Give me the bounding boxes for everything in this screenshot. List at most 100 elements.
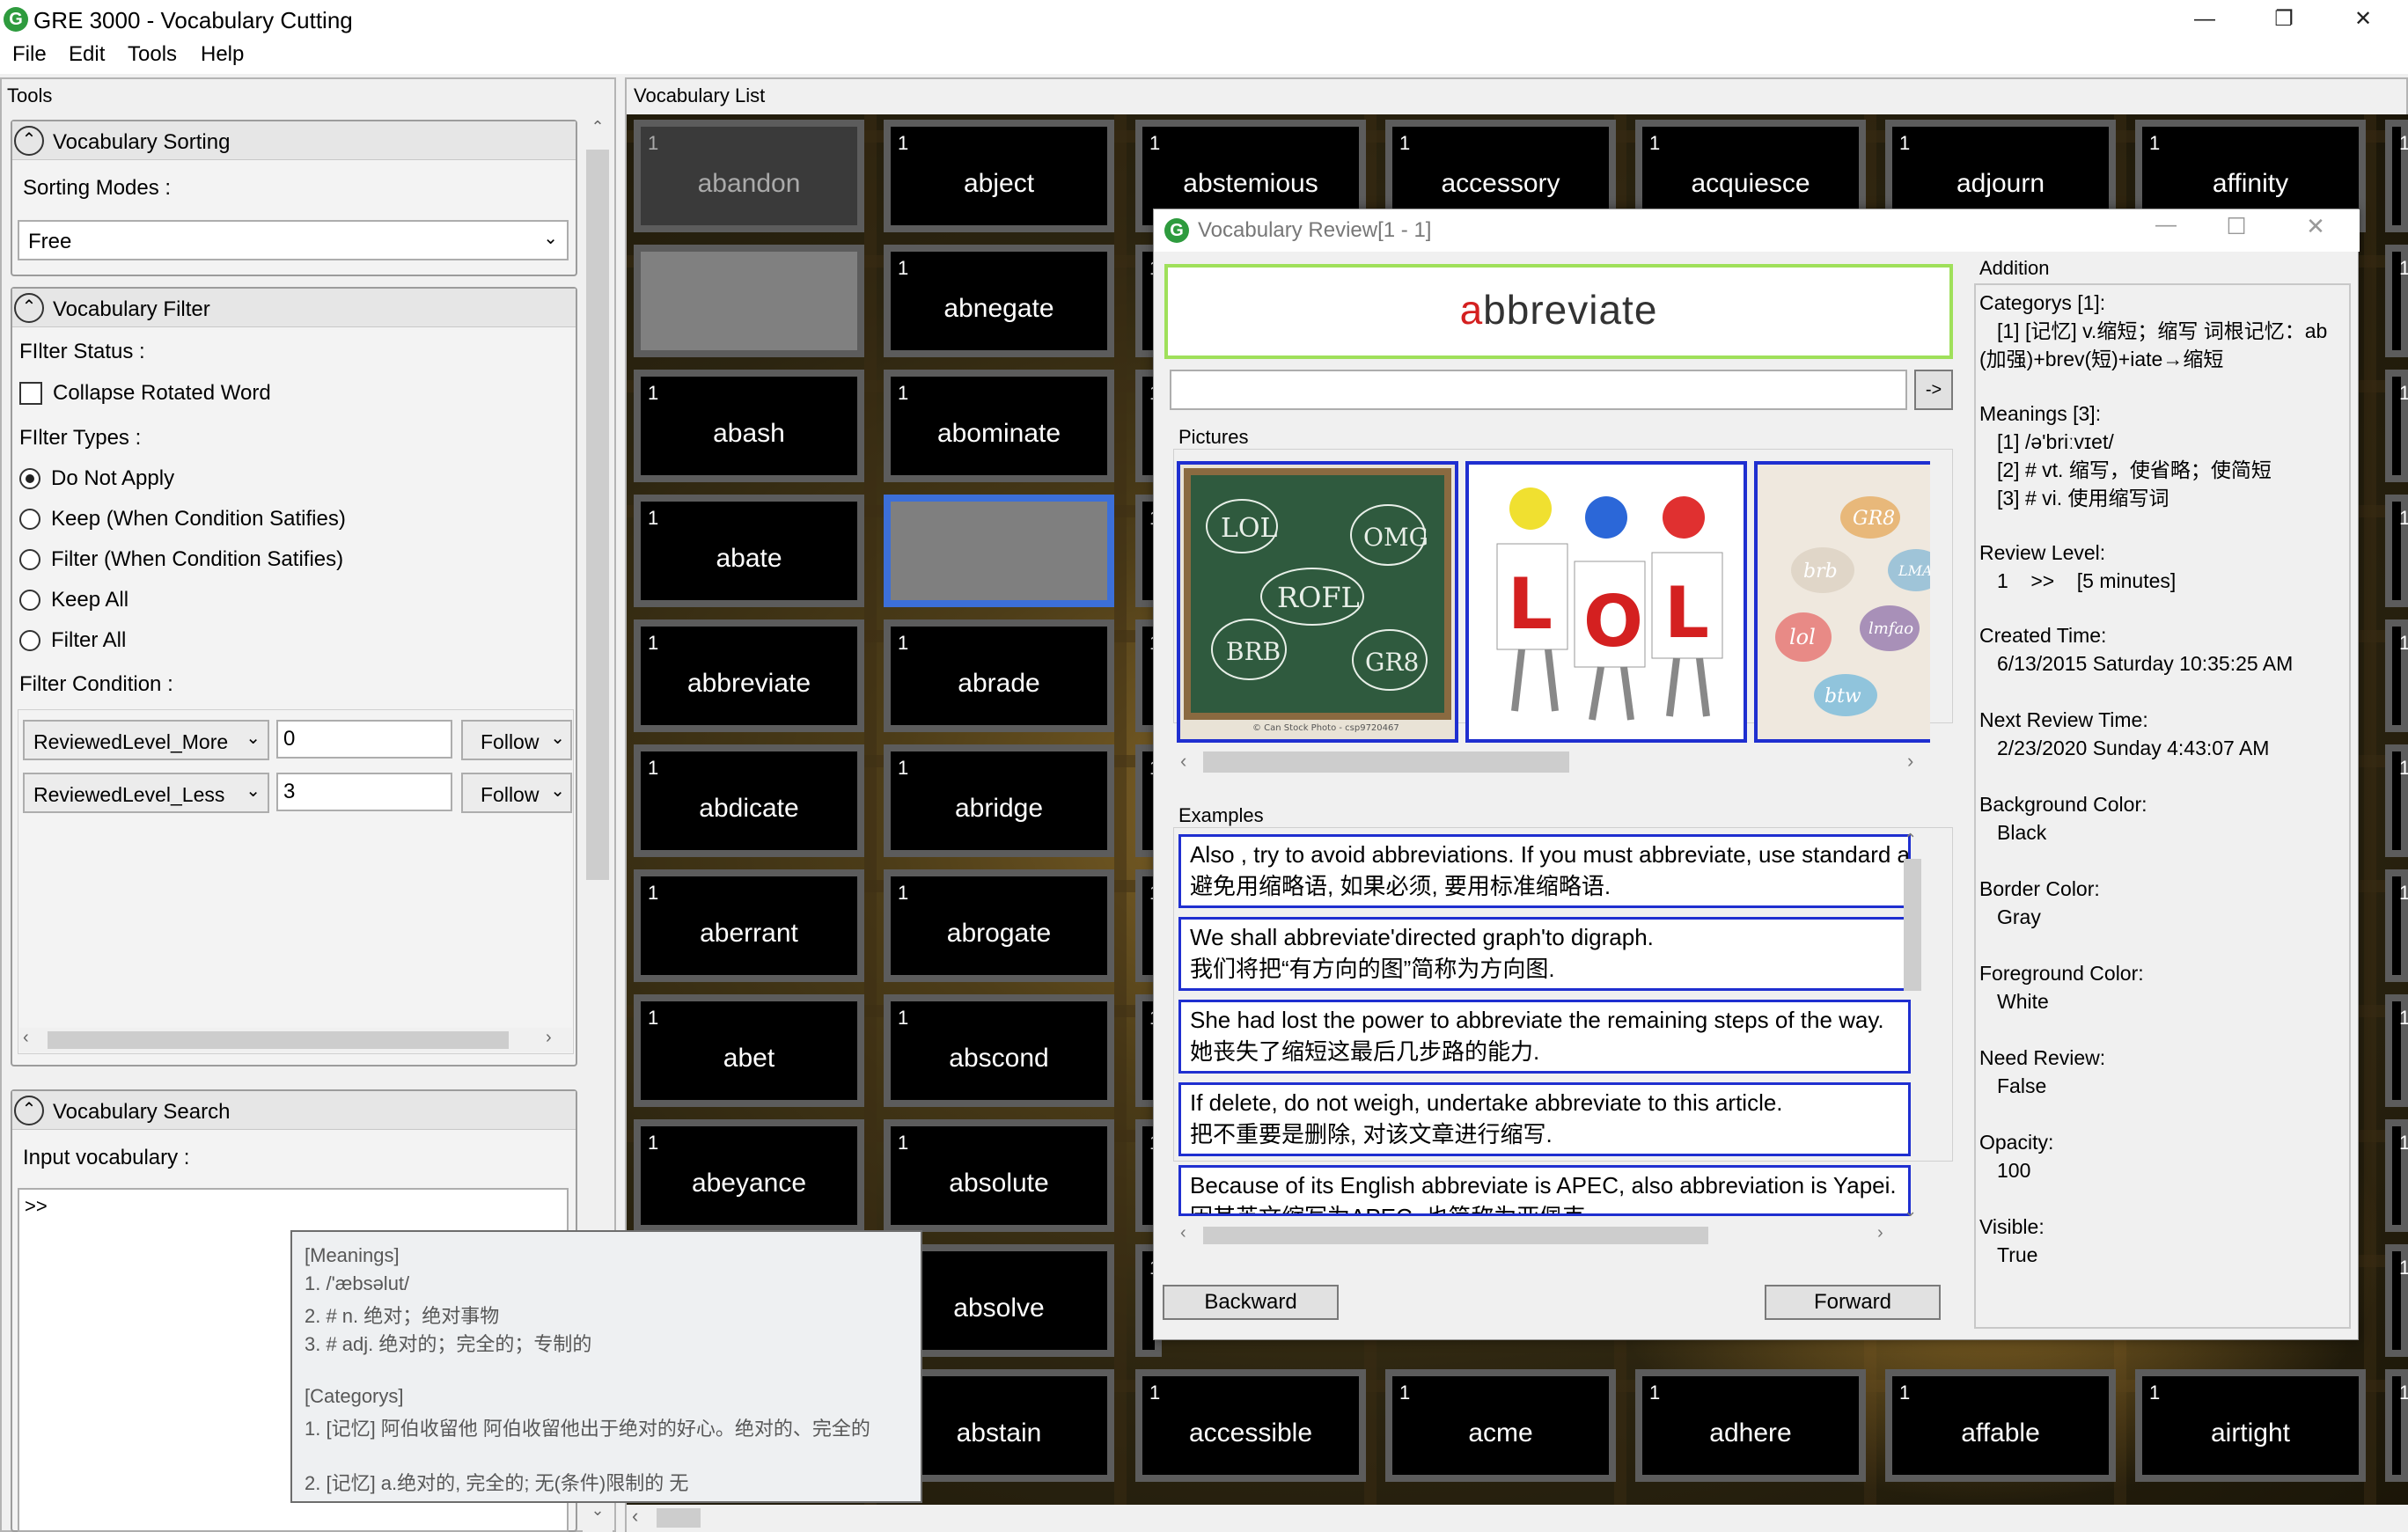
radio-label[interactable]: Keep (When Condition Satifies) bbox=[51, 507, 346, 531]
vocab-tile-partial[interactable]: 1 bbox=[2385, 994, 2408, 1107]
menu-edit[interactable]: Edit bbox=[69, 42, 105, 67]
vocab-tile[interactable]: 1 abject bbox=[884, 120, 1114, 232]
vocab-tile[interactable]: 1 abnegate bbox=[884, 245, 1114, 357]
collapse-up-icon[interactable]: ⌃ bbox=[14, 126, 44, 156]
vocab-tile[interactable]: 1 adhere bbox=[1635, 1369, 1866, 1482]
vocab-tile[interactable]: 1 abandon bbox=[634, 120, 864, 232]
collapse-up-icon[interactable]: ⌃ bbox=[14, 293, 44, 323]
vocab-tile-partial[interactable]: 1 bbox=[2385, 495, 2408, 607]
radio-label[interactable]: Filter (When Condition Satifies) bbox=[51, 547, 343, 572]
example-item[interactable]: Because of its English abbreviate is APE… bbox=[1178, 1165, 1911, 1216]
menu-tools[interactable]: Tools bbox=[128, 42, 177, 67]
vocab-tile[interactable]: 1 aberrant bbox=[634, 869, 864, 982]
condition-value-input[interactable]: 3 bbox=[276, 773, 452, 811]
vocab-tile[interactable]: 1 airtight bbox=[2135, 1369, 2366, 1482]
radio-label[interactable]: Filter All bbox=[51, 628, 126, 653]
forward-button[interactable]: Forward bbox=[1765, 1285, 1941, 1320]
vocab-tile[interactable]: 1 abscond bbox=[884, 994, 1114, 1107]
vocab-tile-partial[interactable]: 1 bbox=[2385, 370, 2408, 482]
examples-hscroll-thumb[interactable] bbox=[1203, 1227, 1708, 1244]
tools-scroll-down-icon[interactable]: ⌄ bbox=[586, 1501, 609, 1528]
radio-filter-when[interactable] bbox=[19, 549, 40, 570]
review-maximize-button[interactable]: ☐ bbox=[2210, 213, 2263, 248]
tools-scroll-up-icon[interactable]: ⌃ bbox=[586, 118, 609, 144]
vocab-scrollbar-thumb[interactable] bbox=[657, 1508, 701, 1528]
vocab-tile[interactable]: 1 acme bbox=[1385, 1369, 1616, 1482]
vocab-tile[interactable]: 1 abominate bbox=[884, 370, 1114, 482]
restore-button[interactable]: ❐ bbox=[2244, 0, 2324, 39]
vocab-tile-partial[interactable]: 1 bbox=[2385, 1369, 2408, 1482]
radio-filter-all[interactable] bbox=[19, 630, 40, 651]
picture-chat-bubbles[interactable]: GR8 LMAO lol btw brb lmfao bbox=[1754, 461, 1930, 743]
condition-field-select[interactable]: ReviewedLevel_Less ⌄ bbox=[23, 773, 269, 813]
scroll-left-icon[interactable]: ‹ bbox=[23, 1028, 29, 1048]
vocab-tile[interactable]: 1 accessible bbox=[1135, 1369, 1366, 1482]
vocab-tile[interactable]: 1 abrade bbox=[884, 619, 1114, 732]
tile-level: 1 bbox=[898, 632, 909, 654]
scroll-down-icon[interactable]: ⌄ bbox=[1904, 1202, 1917, 1220]
backward-button[interactable]: Backward bbox=[1163, 1285, 1339, 1320]
vocab-tile[interactable]: 1 abbreviate bbox=[634, 619, 864, 732]
scroll-right-icon[interactable]: › bbox=[546, 1028, 552, 1048]
vocab-tile-partial[interactable]: 1 bbox=[2385, 1119, 2408, 1232]
scroll-right-icon[interactable]: › bbox=[1877, 1223, 1883, 1243]
tools-scrollbar-thumb[interactable] bbox=[586, 150, 609, 880]
example-item[interactable]: We shall abbreviate'directed graph'to di… bbox=[1178, 917, 1911, 991]
sorting-mode-select[interactable]: Free ⌄ bbox=[18, 220, 569, 260]
vocab-tile[interactable]: 1 abrogate bbox=[884, 869, 1114, 982]
vocab-tile[interactable]: 1 abet bbox=[634, 994, 864, 1107]
condition-mode-select[interactable]: Follow ⌄ bbox=[461, 720, 572, 760]
vocab-tile[interactable]: 1 abeyance bbox=[634, 1119, 864, 1232]
vocab-tile[interactable]: 1 abate bbox=[634, 495, 864, 607]
answer-input[interactable] bbox=[1170, 370, 1907, 410]
radio-keep-when[interactable] bbox=[19, 509, 40, 530]
example-item[interactable]: If delete, do not weigh, undertake abbre… bbox=[1178, 1082, 1911, 1156]
vocab-tile-partial[interactable]: 1 bbox=[2385, 869, 2408, 982]
vocab-tile[interactable]: 1 absolute bbox=[884, 1119, 1114, 1232]
examples-scrollbar-thumb[interactable] bbox=[1904, 859, 1921, 991]
collapse-up-icon[interactable]: ⌃ bbox=[14, 1096, 44, 1125]
vocab-tile[interactable] bbox=[884, 495, 1114, 607]
collapse-rotated-checkbox[interactable] bbox=[19, 382, 42, 405]
scroll-left-icon[interactable]: ‹ bbox=[1180, 1223, 1186, 1243]
picture-lol-figures[interactable]: L O L bbox=[1465, 461, 1747, 743]
radio-do-not-apply[interactable] bbox=[19, 468, 40, 489]
condition-value-input[interactable]: 0 bbox=[276, 720, 452, 759]
vocab-tile[interactable]: 1 abridge bbox=[884, 744, 1114, 857]
condition-mode-select[interactable]: Follow ⌄ bbox=[461, 773, 572, 813]
vocab-tile-partial[interactable]: 1 bbox=[2385, 1244, 2408, 1357]
vocab-tile[interactable] bbox=[634, 245, 864, 357]
example-item[interactable]: She had lost the power to abbreviate the… bbox=[1178, 1000, 1911, 1074]
vocab-tile[interactable]: 1 affable bbox=[1885, 1369, 2116, 1482]
tile-word: absolute bbox=[949, 1169, 1049, 1198]
vocab-tile-partial[interactable]: 1 bbox=[2385, 120, 2408, 232]
vocab-tile-partial[interactable]: 1 bbox=[2385, 744, 2408, 857]
radio-label[interactable]: Keep All bbox=[51, 588, 128, 612]
picture-chalkboard[interactable]: LOL OMG ROFL BRB GR8 © Can Stock Photo -… bbox=[1177, 461, 1458, 743]
close-button[interactable]: ✕ bbox=[2324, 0, 2403, 39]
scroll-right-icon[interactable]: › bbox=[1907, 750, 1913, 773]
vocab-tile-partial[interactable]: 1 bbox=[2385, 245, 2408, 357]
scroll-left-icon[interactable]: ‹ bbox=[1180, 750, 1186, 773]
vocab-tile-partial[interactable]: 1 bbox=[2385, 619, 2408, 732]
vocab-scrollbar[interactable] bbox=[627, 1505, 2408, 1532]
review-close-button[interactable]: ✕ bbox=[2289, 213, 2342, 248]
tile-word: abstain bbox=[956, 1418, 1042, 1448]
pictures-scrollbar-thumb[interactable] bbox=[1203, 751, 1569, 773]
scroll-left-icon[interactable]: ‹ bbox=[632, 1505, 638, 1528]
scroll-up-icon[interactable]: ⌃ bbox=[1904, 831, 1917, 849]
review-minimize-button[interactable]: — bbox=[2140, 213, 2192, 248]
filter-status-label: FIlter Status : bbox=[19, 340, 145, 363]
radio-keep-all[interactable] bbox=[19, 590, 40, 611]
menu-help[interactable]: Help bbox=[201, 42, 244, 67]
vocab-tile[interactable]: 1 abdicate bbox=[634, 744, 864, 857]
minimize-button[interactable]: — bbox=[2165, 0, 2244, 39]
condition-scrollbar-thumb[interactable] bbox=[48, 1031, 509, 1049]
go-button[interactable]: -> bbox=[1914, 370, 1953, 410]
vocab-tile[interactable]: 1 abash bbox=[634, 370, 864, 482]
example-item[interactable]: Also , try to avoid abbreviations. If yo… bbox=[1178, 834, 1911, 908]
collapse-rotated-label[interactable]: Collapse Rotated Word bbox=[53, 381, 271, 406]
condition-field-select[interactable]: ReviewedLevel_More ⌄ bbox=[23, 720, 269, 760]
menu-file[interactable]: File bbox=[12, 42, 47, 67]
radio-label[interactable]: Do Not Apply bbox=[51, 466, 174, 491]
